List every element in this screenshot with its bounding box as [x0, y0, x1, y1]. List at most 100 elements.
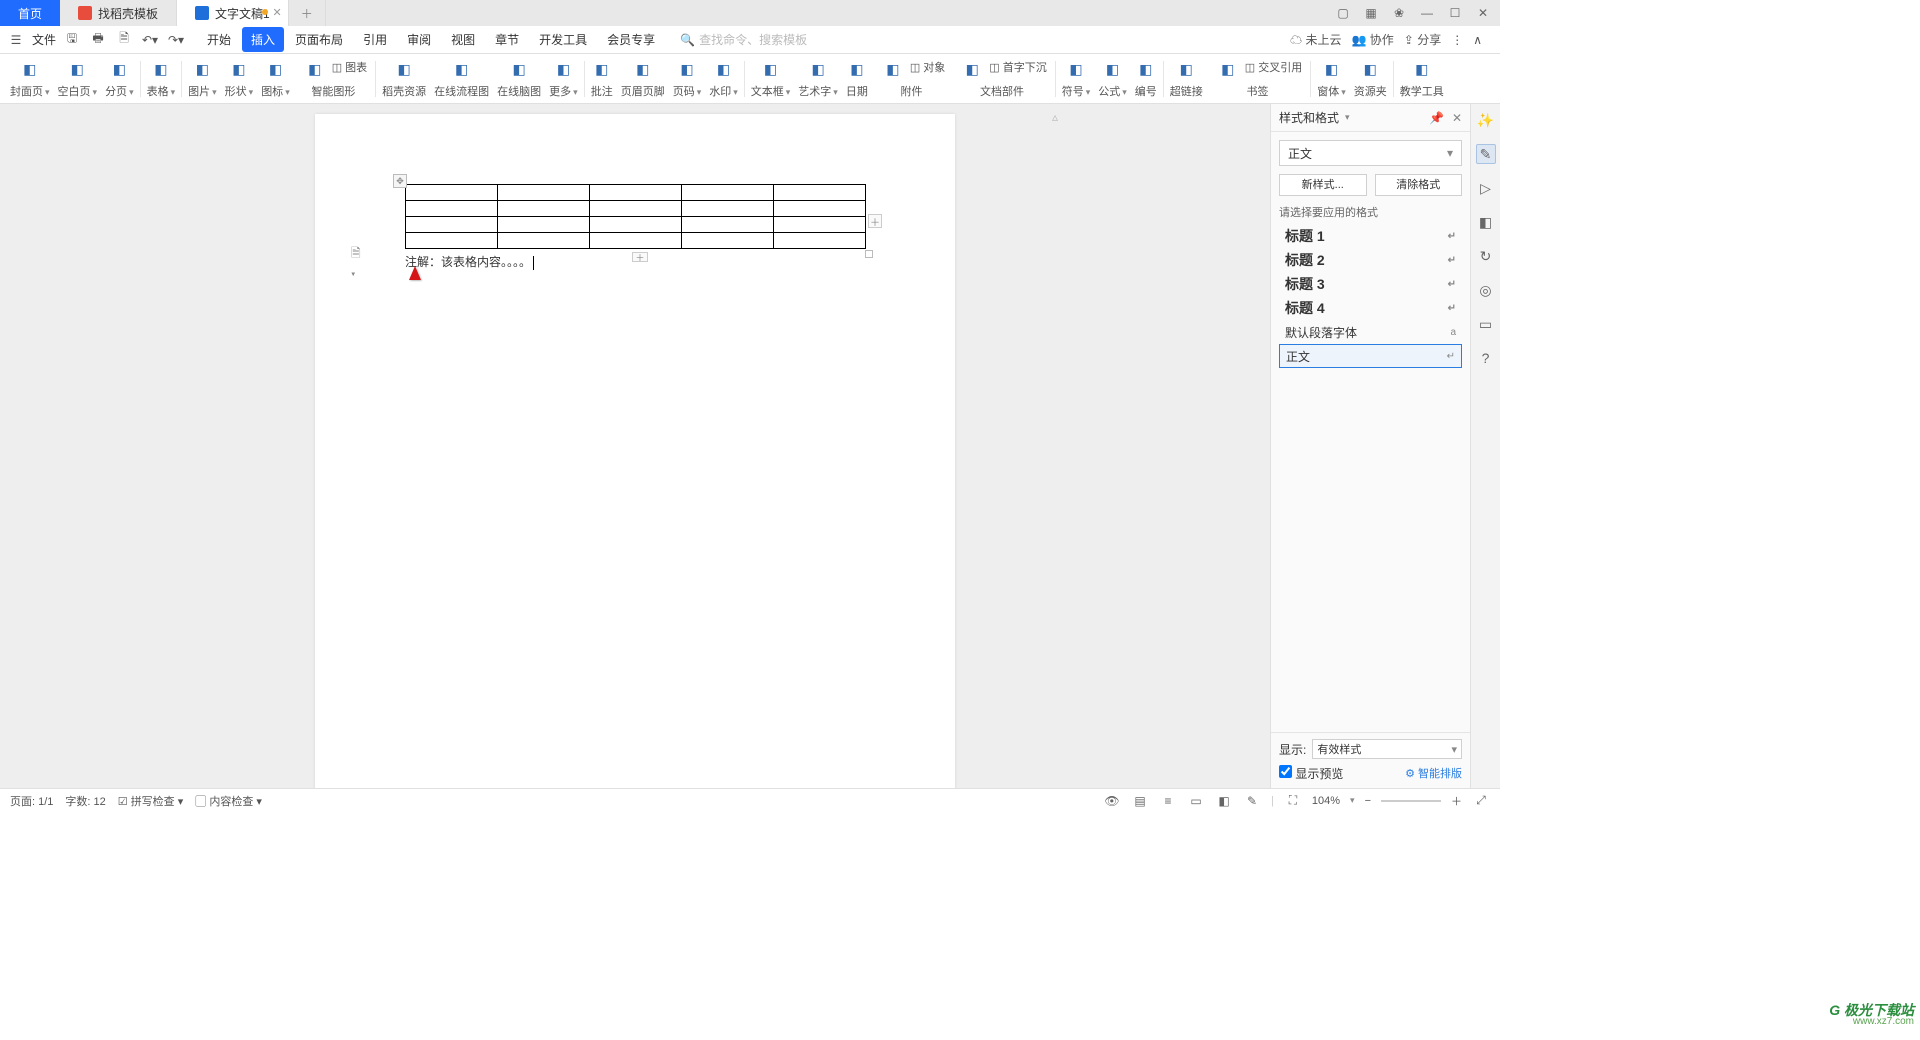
menu-item-8[interactable]: 会员专享: [598, 27, 664, 52]
fit-icon[interactable]: ⛶: [1284, 792, 1302, 810]
menu-item-5[interactable]: 视图: [442, 27, 484, 52]
target-icon[interactable]: ◎: [1476, 280, 1496, 300]
menu-item-4[interactable]: 审阅: [398, 27, 440, 52]
expand-icon[interactable]: ⤢: [1472, 792, 1490, 810]
redo-icon[interactable]: ↷▾: [166, 30, 186, 50]
document-canvas[interactable]: ✥ ＋ ＋ 注解：该表格内容。。。。 🗎▾ ▵: [0, 104, 1270, 788]
ribbon-在线流程图[interactable]: ◧在线流程图: [430, 54, 493, 103]
style-item-4[interactable]: 默认段落字体a: [1279, 320, 1462, 344]
ribbon-封面页[interactable]: ◧封面页: [6, 54, 54, 103]
pin-icon[interactable]: 📌: [1429, 111, 1444, 125]
skin-icon[interactable]: ❀: [1390, 4, 1408, 22]
ribbon-水印[interactable]: ◧水印: [705, 54, 742, 103]
ribbon-页码[interactable]: ◧页码: [669, 54, 706, 103]
ribbon-side-图表[interactable]: ◫ 图表: [332, 59, 367, 75]
more-icon[interactable]: ⋮: [1451, 33, 1463, 47]
close-icon[interactable]: ✕: [273, 6, 282, 19]
ribbon-文本框[interactable]: ◧文本框: [747, 54, 795, 103]
magic-icon[interactable]: ✨: [1476, 110, 1496, 130]
hamburger-icon[interactable]: ☰: [6, 30, 26, 50]
share-button[interactable]: ⇪ 分享: [1404, 31, 1441, 48]
ribbon-文档部件[interactable]: ◧: [957, 59, 987, 81]
style-item-5[interactable]: 正文↵: [1279, 344, 1462, 368]
current-style-select[interactable]: 正文▾: [1279, 140, 1462, 166]
view3-icon[interactable]: ▭: [1187, 792, 1205, 810]
new-style-button[interactable]: 新样式...: [1279, 174, 1367, 196]
close-panel-icon[interactable]: ✕: [1452, 111, 1462, 125]
book-icon[interactable]: ▭: [1476, 314, 1496, 334]
ribbon-窗体[interactable]: ◧窗体: [1313, 54, 1350, 103]
zoom-value[interactable]: 104%: [1312, 795, 1340, 807]
style-item-1[interactable]: 标题 2↵: [1279, 248, 1462, 272]
tab-document[interactable]: 文字文稿1 ✕: [177, 0, 289, 26]
ribbon-side-交叉引用[interactable]: ◫ 交叉引用: [1245, 59, 1302, 75]
view4-icon[interactable]: ◧: [1215, 792, 1233, 810]
ribbon-side-首字下沉[interactable]: ◫ 首字下沉: [989, 59, 1046, 75]
status-words[interactable]: 字数: 12: [65, 793, 105, 809]
ribbon-稻壳资源[interactable]: ◧稻壳资源: [378, 54, 430, 103]
status-page[interactable]: 页面: 1/1: [10, 793, 53, 809]
style-item-2[interactable]: 标题 3↵: [1279, 272, 1462, 296]
ribbon-形状[interactable]: ◧形状: [221, 54, 258, 103]
refresh-icon[interactable]: ↻: [1476, 246, 1496, 266]
search-box[interactable]: 🔍 查找命令、搜索模板: [680, 31, 807, 48]
layout-icon[interactable]: ▢: [1334, 4, 1352, 22]
style-item-0[interactable]: 标题 1↵: [1279, 224, 1462, 248]
zoom-out-button[interactable]: −: [1365, 795, 1371, 807]
maximize-icon[interactable]: ☐: [1446, 4, 1464, 22]
preview-icon[interactable]: 🗎: [114, 30, 134, 50]
clear-format-button[interactable]: 清除格式: [1375, 174, 1463, 196]
new-tab-button[interactable]: ＋: [289, 0, 326, 26]
menu-item-7[interactable]: 开发工具: [530, 27, 596, 52]
ribbon-日期[interactable]: ◧日期: [842, 54, 872, 103]
menu-item-2[interactable]: 页面布局: [286, 27, 352, 52]
ribbon-在线脑图[interactable]: ◧在线脑图: [493, 54, 545, 103]
select-icon[interactable]: ▷: [1476, 178, 1496, 198]
ribbon-side-对象[interactable]: ◫ 对象: [910, 59, 945, 75]
paragraph-options-icon[interactable]: 🗎▾: [351, 258, 365, 272]
ribbon-公式[interactable]: ◧公式: [1094, 54, 1131, 103]
view1-icon[interactable]: ▤: [1131, 792, 1149, 810]
undo-icon[interactable]: ↶▾: [140, 30, 160, 50]
show-preview-checkbox[interactable]: 显示预览: [1279, 767, 1343, 781]
menu-item-0[interactable]: 开始: [198, 27, 240, 52]
ribbon-分页[interactable]: ◧分页: [101, 54, 138, 103]
table-resize-handle[interactable]: [865, 250, 873, 258]
shapes-icon[interactable]: ◧: [1476, 212, 1496, 232]
print-icon[interactable]: 🖶: [88, 30, 108, 50]
tab-home[interactable]: 首页: [0, 0, 60, 26]
ribbon-附件[interactable]: ◧: [878, 59, 908, 81]
ribbon-教学工具[interactable]: ◧教学工具: [1396, 54, 1448, 103]
cloud-status[interactable]: ☁ 未上云: [1290, 31, 1341, 48]
minimize-icon[interactable]: —: [1418, 4, 1436, 22]
add-row-button[interactable]: ＋: [632, 252, 648, 262]
style-item-3[interactable]: 标题 4↵: [1279, 296, 1462, 320]
display-select[interactable]: 有效样式▾: [1312, 739, 1462, 759]
menu-item-1[interactable]: 插入: [242, 27, 284, 52]
menu-item-6[interactable]: 章节: [486, 27, 528, 52]
edit-icon[interactable]: ✎: [1243, 792, 1261, 810]
table-move-handle[interactable]: ✥: [393, 174, 407, 188]
add-column-button[interactable]: ＋: [868, 214, 882, 228]
save-icon[interactable]: 🖫: [62, 30, 82, 50]
zoom-in-button[interactable]: ＋: [1451, 793, 1462, 809]
ribbon-图片[interactable]: ◧图片: [184, 54, 221, 103]
styles-icon[interactable]: ✎: [1476, 144, 1496, 164]
ribbon-批注[interactable]: ◧批注: [587, 54, 617, 103]
file-menu[interactable]: 文件: [32, 31, 56, 48]
table[interactable]: [405, 184, 866, 249]
ribbon-智能图形[interactable]: ◧: [300, 59, 330, 81]
cooperate-button[interactable]: 👥 协作: [1352, 31, 1394, 48]
ribbon-更多[interactable]: ◧更多: [545, 54, 582, 103]
apps-icon[interactable]: ▦: [1362, 4, 1380, 22]
ribbon-空白页[interactable]: ◧空白页: [54, 54, 102, 103]
ribbon-艺术字[interactable]: ◧艺术字: [794, 54, 842, 103]
help-icon[interactable]: ?: [1476, 348, 1496, 368]
ribbon-书签[interactable]: ◧: [1213, 59, 1243, 81]
eye-icon[interactable]: 👁: [1103, 792, 1121, 810]
collapse-ribbon-icon[interactable]: ∧: [1473, 33, 1482, 47]
tab-templates[interactable]: 找稻壳模板: [60, 0, 177, 26]
ribbon-图标[interactable]: ◧图标: [257, 54, 294, 103]
zoom-slider[interactable]: [1381, 800, 1441, 802]
ribbon-资源夹[interactable]: ◧资源夹: [1350, 54, 1391, 103]
